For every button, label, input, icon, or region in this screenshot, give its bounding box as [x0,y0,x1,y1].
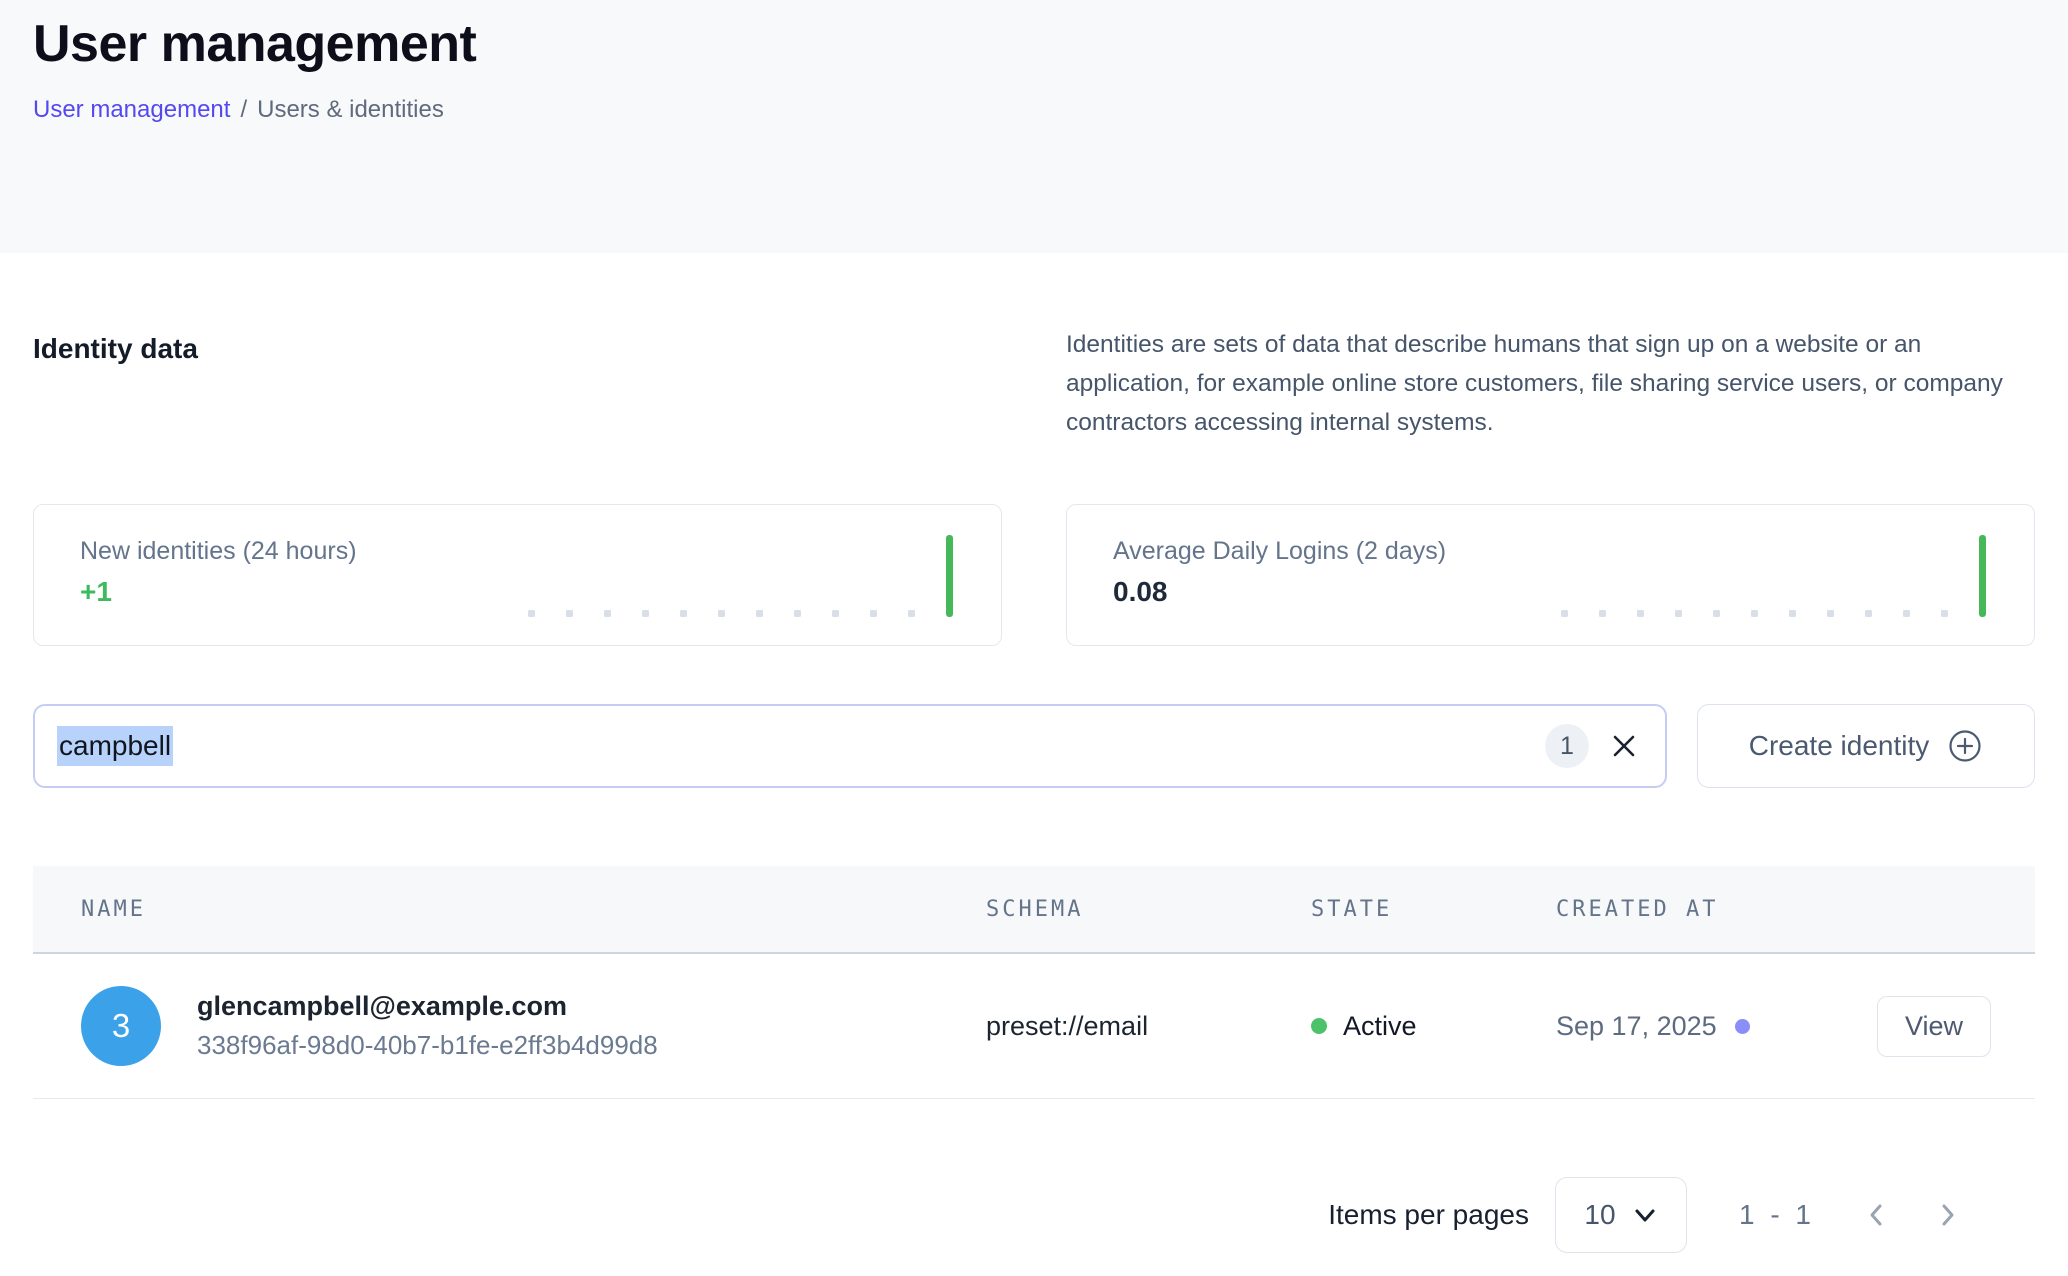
plus-circle-icon [1947,728,1983,764]
spark-dot [1751,610,1758,617]
breadcrumb-current: Users & identities [257,96,444,124]
identity-name-block: glencampbell@example.com 338f96af-98d0-4… [197,991,658,1061]
spark-dot [718,610,725,617]
view-button[interactable]: View [1877,996,1991,1057]
chevron-down-icon [1632,1202,1658,1228]
page-header: User management User management / Users … [0,0,2068,253]
section-heading: Identity data [33,325,1002,442]
spark-dot [870,610,877,617]
identity-schema: preset://email [986,1011,1311,1042]
table-header-row: NAME SCHEMA STATE CREATED AT [33,866,2035,954]
spark-dot [832,610,839,617]
pagination: Items per pages 10 1 - 1 [33,1177,2035,1253]
spark-dot [1675,610,1682,617]
spark-dot [528,610,535,617]
chevron-left-icon [1863,1201,1891,1229]
identity-state-label: Active [1343,1011,1417,1042]
spark-dot [1713,610,1720,617]
sparkline-chart [1561,535,1986,617]
identity-email: glencampbell@example.com [197,991,658,1022]
created-indicator-dot [1735,1019,1750,1034]
identity-action-cell: View [1859,996,2035,1057]
sparkline-chart [528,535,953,617]
user-management-page: User management User management / Users … [0,0,2068,1276]
identity-name-cell: 3 glencampbell@example.com 338f96af-98d0… [33,986,986,1066]
page-title: User management [33,14,2035,74]
previous-page-button[interactable] [1855,1193,1899,1237]
search-input-value: campbell [57,726,173,766]
breadcrumb: User management / Users & identities [33,96,2035,124]
column-header-created-at: CREATED AT [1556,897,1859,922]
main-content: Identity data Identities are sets of dat… [0,325,2068,1253]
table-row[interactable]: 3 glencampbell@example.com 338f96af-98d0… [33,954,2035,1099]
create-identity-label: Create identity [1749,730,1930,762]
spark-dot [604,610,611,617]
close-icon [1609,731,1639,761]
identity-created-cell: Sep 17, 2025 [1556,1011,1859,1042]
chevron-right-icon [1933,1201,1961,1229]
active-status-dot [1311,1018,1327,1034]
section-description: Identities are sets of data that describ… [1066,325,2035,442]
page-range: 1 - 1 [1739,1199,1815,1231]
identities-table: NAME SCHEMA STATE CREATED AT 3 glencampb… [33,866,2035,1099]
clear-search-button[interactable] [1605,727,1643,765]
result-count-badge: 1 [1545,724,1589,768]
search-input[interactable]: campbell 1 [33,704,1667,788]
spark-dot [1865,610,1872,617]
spark-bar [1979,535,1986,617]
identity-state-cell: Active [1311,1011,1556,1042]
search-toolbar: campbell 1 Create identity [33,704,2035,788]
spark-dot [908,610,915,617]
spark-dot [1903,610,1910,617]
spark-dot [1561,610,1568,617]
spark-dot [1827,610,1834,617]
spark-bar [946,535,953,617]
next-page-button[interactable] [1925,1193,1969,1237]
spark-dot [566,610,573,617]
spark-dot [1599,610,1606,617]
spark-dot [1789,610,1796,617]
spark-dot [642,610,649,617]
identity-data-section: Identity data Identities are sets of dat… [33,325,2035,442]
breadcrumb-separator: / [240,96,247,124]
stat-cards: New identities (24 hours) +1 Average Dai… [33,504,2035,646]
spark-dot [1941,610,1948,617]
identity-id: 338f96af-98d0-40b7-b1fe-e2ff3b4d99d8 [197,1030,658,1061]
breadcrumb-link-user-management[interactable]: User management [33,96,230,124]
items-per-page-select[interactable]: 10 [1555,1177,1687,1253]
items-per-page-value: 10 [1584,1199,1615,1231]
column-header-name: NAME [33,897,986,922]
spark-dot [794,610,801,617]
items-per-page-label: Items per pages [1328,1199,1529,1231]
column-header-state: STATE [1311,897,1556,922]
create-identity-button[interactable]: Create identity [1697,704,2035,788]
spark-dot [1637,610,1644,617]
stat-card-new-identities: New identities (24 hours) +1 [33,504,1002,646]
column-header-schema: SCHEMA [986,897,1311,922]
identity-created-date: Sep 17, 2025 [1556,1011,1717,1042]
avatar: 3 [81,986,161,1066]
spark-dot [756,610,763,617]
spark-dot [680,610,687,617]
stat-card-average-daily-logins: Average Daily Logins (2 days) 0.08 [1066,504,2035,646]
